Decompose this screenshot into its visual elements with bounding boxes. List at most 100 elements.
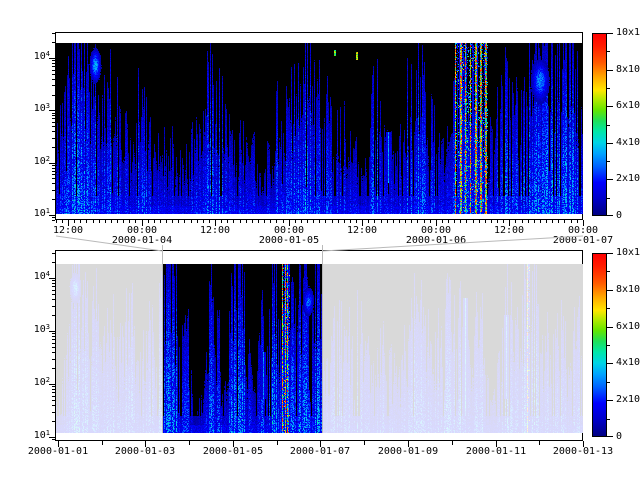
colorbar-tick: [607, 400, 613, 401]
colorbar-tick: [607, 327, 613, 328]
y-minor-tick: [52, 280, 55, 281]
x-tick: [102, 441, 103, 445]
x-minor-tick: [209, 220, 210, 223]
x-tick-label: 2000-01-11: [461, 447, 531, 457]
x-minor-tick: [86, 220, 87, 223]
x-tick-label: 2000-01-01: [23, 447, 93, 457]
top-spectrogram-canvas[interactable]: [56, 43, 583, 214]
x-minor-tick: [221, 220, 222, 223]
y-minor-tick: [52, 113, 55, 114]
bottom-colorbar: [592, 253, 607, 437]
x-tick-label: 12:00: [474, 226, 544, 236]
x-minor-tick: [405, 220, 406, 223]
colorbar-tick: [607, 345, 610, 346]
y-minor-tick: [52, 178, 55, 179]
colorbar-tick-label: 6x107: [616, 322, 640, 332]
x-minor-tick: [448, 220, 449, 223]
y-tick-label: 103: [17, 104, 50, 114]
y-minor-tick: [52, 190, 55, 191]
x-minor-tick: [148, 220, 149, 223]
x-minor-tick: [534, 220, 535, 223]
y-minor-tick: [52, 400, 55, 401]
x-minor-tick: [191, 220, 192, 223]
x-minor-tick: [368, 220, 369, 223]
colorbar-tick: [607, 88, 610, 89]
colorbar-tick: [607, 198, 610, 199]
x-minor-tick: [503, 220, 504, 223]
x-minor-tick: [332, 220, 333, 223]
y-minor-tick: [52, 174, 55, 175]
x-minor-tick: [246, 220, 247, 223]
x-tick: [364, 441, 365, 445]
y-minor-tick: [52, 70, 55, 71]
x-tick-label: 12:00: [180, 226, 250, 236]
x-minor-tick: [203, 220, 204, 223]
x-date-label: 2000-01-07: [548, 236, 618, 246]
y-minor-tick: [52, 283, 55, 284]
x-minor-tick: [515, 220, 516, 223]
y-minor-tick: [52, 147, 55, 148]
x-tick-label: 12:00: [327, 226, 397, 236]
x-minor-tick: [74, 220, 75, 223]
x-minor-tick: [270, 220, 271, 223]
x-minor-tick: [154, 220, 155, 223]
x-tick: [277, 441, 278, 445]
colorbar-tick: [607, 436, 613, 437]
x-date-label: 2000-01-04: [107, 236, 177, 246]
x-minor-tick: [479, 220, 480, 223]
x-minor-tick: [325, 220, 326, 223]
x-minor-tick: [129, 220, 130, 223]
y-tick-label: 102: [17, 378, 50, 388]
x-minor-tick: [111, 220, 112, 223]
y-minor-tick: [52, 220, 55, 221]
y-minor-tick: [52, 217, 55, 218]
colorbar-tick-label: 4x107: [616, 138, 640, 148]
x-minor-tick: [374, 220, 375, 223]
y-minor-tick: [52, 386, 55, 387]
y-minor-tick: [52, 336, 55, 337]
colorbar-tick: [607, 419, 610, 420]
x-minor-tick: [227, 220, 228, 223]
colorbar-tick: [607, 33, 613, 34]
x-minor-tick: [350, 220, 351, 223]
x-minor-tick: [466, 220, 467, 223]
x-tick-label: 2000-01-13: [548, 447, 618, 457]
y-minor-tick: [52, 253, 55, 254]
y-tick-label: 104: [17, 52, 50, 62]
bottom-spectrogram-canvas[interactable]: [56, 264, 583, 433]
colorbar-tick: [607, 143, 613, 144]
x-minor-tick: [264, 220, 265, 223]
y-minor-tick: [52, 306, 55, 307]
x-minor-tick: [424, 220, 425, 223]
colorbar-tick: [607, 51, 610, 52]
x-minor-tick: [399, 220, 400, 223]
x-minor-tick: [558, 220, 559, 223]
x-date-label: 2000-01-06: [401, 236, 471, 246]
y-tick-label: 102: [17, 157, 50, 167]
y-minor-tick: [52, 131, 55, 132]
y-minor-tick: [52, 352, 55, 353]
y-minor-tick: [52, 126, 55, 127]
colorbar-tick: [607, 271, 610, 272]
colorbar-tick-label: 6x107: [616, 101, 640, 111]
x-minor-tick: [571, 220, 572, 223]
y-minor-tick: [52, 333, 55, 334]
x-minor-tick: [546, 220, 547, 223]
x-minor-tick: [497, 220, 498, 223]
y-minor-tick: [52, 171, 55, 172]
x-minor-tick: [460, 220, 461, 223]
y-minor-tick: [52, 389, 55, 390]
y-minor-tick: [52, 412, 55, 413]
y-tick-label: 101: [17, 209, 50, 219]
colorbar-tick: [607, 106, 613, 107]
y-minor-tick: [52, 95, 55, 96]
x-minor-tick: [233, 220, 234, 223]
colorbar-tick: [607, 308, 610, 309]
colorbar-tick-label: 10x107: [616, 248, 640, 258]
x-minor-tick: [319, 220, 320, 223]
y-minor-tick: [52, 286, 55, 287]
x-minor-tick: [178, 220, 179, 223]
colorbar-tick: [607, 382, 610, 383]
x-minor-tick: [301, 220, 302, 223]
y-minor-tick: [52, 290, 55, 291]
